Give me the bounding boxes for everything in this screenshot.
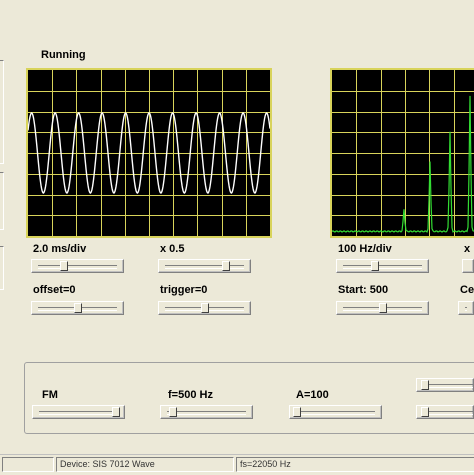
timebase-slider-thumb[interactable] [60, 261, 68, 271]
side-panel-top [0, 60, 4, 164]
generator-slider-bottom-right-thumb[interactable] [421, 407, 429, 417]
gain-label: x 0.5 [160, 243, 185, 255]
grid [332, 70, 474, 236]
frequency-slider-thumb[interactable] [169, 407, 177, 417]
spectrum-screen [330, 68, 474, 238]
frequency-slider[interactable] [160, 405, 253, 419]
freq-div-slider-thumb[interactable] [371, 261, 379, 271]
generator-group [24, 362, 474, 434]
generator-slider-top-right[interactable] [416, 378, 474, 392]
side-panel-bottom [0, 246, 4, 290]
generator-slider-top-right-thumb[interactable] [421, 380, 429, 390]
timebase-label: 2.0 ms/div [33, 243, 87, 255]
amplitude-slider-thumb[interactable] [293, 407, 301, 417]
spectrum-gain-slider[interactable] [462, 259, 474, 273]
oscilloscope-plot [28, 70, 270, 236]
start-slider[interactable] [336, 301, 429, 315]
amplitude-slider[interactable] [289, 405, 382, 419]
freq-div-slider[interactable] [336, 259, 429, 273]
gain-slider-thumb[interactable] [222, 261, 230, 271]
fm-slider[interactable] [32, 405, 125, 419]
status-panel-left [2, 457, 54, 472]
trigger-label: trigger=0 [160, 284, 208, 296]
offset-label: offset=0 [33, 284, 76, 296]
timebase-slider[interactable] [31, 259, 124, 273]
trigger-slider-thumb[interactable] [201, 303, 209, 313]
start-label: Start: 500 [338, 284, 389, 296]
center-slider[interactable] [458, 301, 474, 315]
spectrum-trace [332, 95, 474, 233]
running-status: Running [41, 49, 86, 61]
side-panel-middle [0, 172, 4, 230]
generator-slider-bottom-right[interactable] [416, 405, 474, 419]
offset-slider[interactable] [31, 301, 124, 315]
sample-rate-status: fs=22050 Hz [236, 457, 474, 472]
gain-slider[interactable] [158, 259, 251, 273]
center-label: Ce [460, 284, 474, 296]
status-bar: Device: SIS 7012 Wave fs=22050 Hz [0, 454, 474, 475]
start-slider-thumb[interactable] [379, 303, 387, 313]
freq-div-label: 100 Hz/div [338, 243, 392, 255]
grid [28, 70, 270, 236]
device-status: Device: SIS 7012 Wave [56, 457, 234, 472]
trigger-slider[interactable] [158, 301, 251, 315]
spectrum-gain-label: x [464, 243, 471, 255]
frequency-label: f=500 Hz [168, 389, 213, 401]
fm-label: FM [42, 389, 58, 401]
fm-slider-thumb[interactable] [112, 407, 120, 417]
offset-slider-thumb[interactable] [74, 303, 82, 313]
amplitude-label: A=100 [296, 389, 329, 401]
spectrum-plot [332, 70, 474, 236]
oscilloscope-screen [26, 68, 272, 238]
